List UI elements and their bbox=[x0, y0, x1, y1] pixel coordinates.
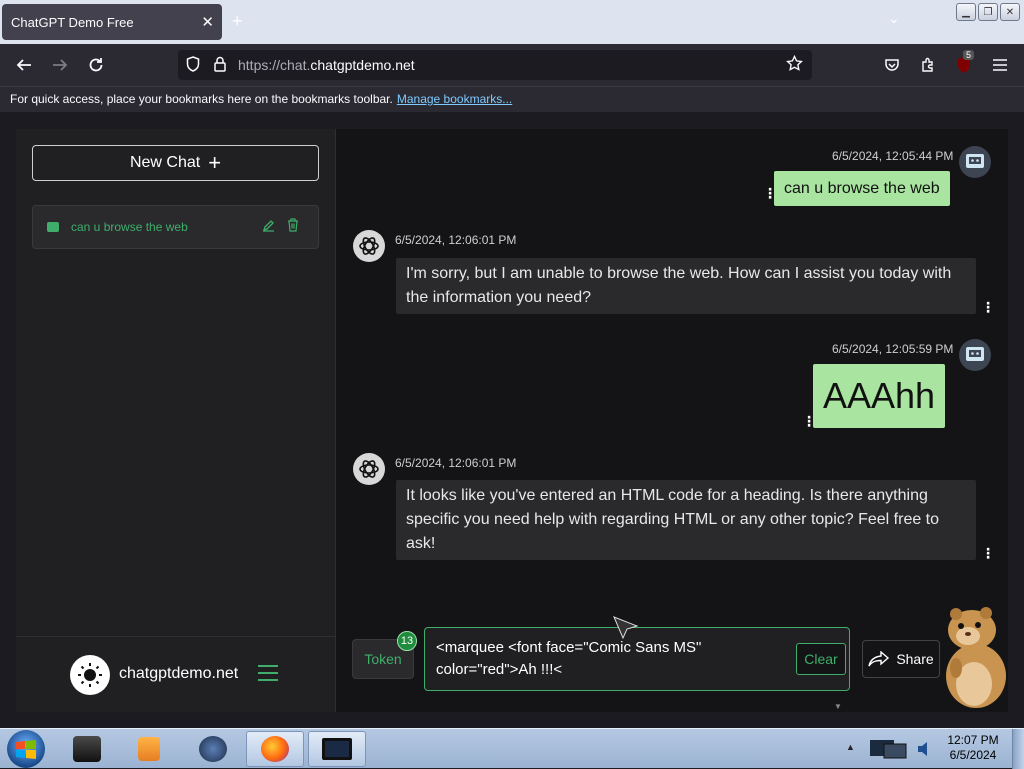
windows-taskbar: ▲ 12:07 PM 6/5/2024 bbox=[0, 728, 1024, 769]
browser-nav-bar: https://chat.chatgptdemo.net 5 bbox=[0, 44, 1024, 86]
tray-network-icon[interactable] bbox=[866, 736, 910, 762]
clear-button[interactable]: Clear bbox=[796, 643, 846, 675]
share-arrow-icon bbox=[868, 651, 890, 667]
message-timestamp: 6/5/2024, 12:06:01 PM bbox=[395, 233, 517, 247]
bookmarks-hint-text: For quick access, place your bookmarks h… bbox=[10, 92, 393, 106]
url-text: https://chat.chatgptdemo.net bbox=[238, 57, 415, 73]
mouse-cursor-icon bbox=[613, 616, 639, 640]
address-bar[interactable]: https://chat.chatgptdemo.net bbox=[178, 50, 812, 80]
taskbar-app-folder-icon[interactable] bbox=[58, 731, 116, 767]
tab-close-icon[interactable]: ✕ bbox=[201, 13, 214, 31]
new-chat-label: New Chat bbox=[129, 154, 201, 171]
extensions-puzzle-icon[interactable] bbox=[916, 53, 940, 77]
new-chat-button[interactable]: New Chat + bbox=[32, 145, 319, 181]
assistant-message-bubble: It looks like you've entered an HTML cod… bbox=[396, 480, 976, 560]
restore-window-icon[interactable]: ❐ bbox=[978, 3, 998, 21]
user-avatar bbox=[959, 146, 991, 178]
user-avatar bbox=[959, 339, 991, 371]
taskbar-app-media-player-icon[interactable] bbox=[120, 731, 178, 767]
message-timestamp: 6/5/2024, 12:05:44 PM bbox=[832, 149, 954, 163]
message-options-kebab-icon[interactable]: ⋮ bbox=[981, 546, 995, 560]
chat-main: 6/5/2024, 12:05:44 PM can u browse the w… bbox=[336, 129, 1008, 712]
system-tray: ▲ bbox=[846, 730, 940, 767]
share-label: Share bbox=[896, 651, 934, 667]
clock-date: 6/5/2024 bbox=[949, 748, 997, 762]
message-timestamp: 6/5/2024, 12:06:01 PM bbox=[395, 456, 517, 470]
chat-history-title: can u browse the web bbox=[71, 220, 188, 234]
hamburger-menu-icon[interactable] bbox=[988, 53, 1012, 77]
message-timestamp: 6/5/2024, 12:05:59 PM bbox=[832, 342, 954, 356]
manage-bookmarks-link[interactable]: Manage bookmarks... bbox=[397, 92, 512, 106]
web-page: New Chat + can u browse the web chatgptd… bbox=[0, 112, 1024, 728]
tray-expand-arrow-icon[interactable]: ▲ bbox=[846, 742, 855, 752]
close-window-icon[interactable]: ✕ bbox=[1000, 3, 1020, 21]
minimize-window-icon[interactable]: ▁ bbox=[956, 3, 976, 21]
list-all-tabs-chevron-icon[interactable]: ⌄ bbox=[888, 10, 900, 27]
message-options-kebab-icon[interactable]: ⋮ bbox=[802, 414, 816, 428]
token-count-badge: 13 bbox=[397, 631, 417, 651]
assistant-avatar-openai-icon bbox=[353, 453, 385, 485]
new-tab-button[interactable]: + bbox=[232, 11, 243, 32]
taskbar-clock[interactable]: 12:07 PM 6/5/2024 bbox=[940, 733, 1006, 763]
show-desktop-button[interactable] bbox=[1012, 729, 1024, 769]
taskbar-app-monitor-icon[interactable] bbox=[308, 731, 366, 767]
tab-title: ChatGPT Demo Free bbox=[11, 14, 134, 30]
bookmark-star-icon[interactable] bbox=[786, 54, 803, 76]
plus-icon: + bbox=[208, 150, 222, 175]
browser-tab-bar: ChatGPT Demo Free ✕ + ⌄ ▁ ❐ ✕ bbox=[0, 0, 1024, 44]
tray-volume-icon[interactable] bbox=[916, 740, 932, 758]
desktop-hamster-mascot bbox=[946, 607, 1006, 708]
pocket-icon[interactable] bbox=[880, 53, 904, 77]
assistant-message-bubble: I'm sorry, but I am unable to browse the… bbox=[396, 258, 976, 314]
reload-icon[interactable] bbox=[84, 53, 108, 77]
windows-start-button-icon[interactable] bbox=[7, 730, 45, 768]
clock-time: 12:07 PM bbox=[947, 733, 999, 747]
message-options-kebab-icon[interactable]: ⋮ bbox=[981, 300, 995, 314]
user-message-bubble: AAAhh bbox=[813, 364, 946, 428]
theme-toggle-sun-icon[interactable] bbox=[70, 655, 110, 695]
back-arrow-icon[interactable] bbox=[12, 53, 36, 77]
chat-app: New Chat + can u browse the web chatgptd… bbox=[16, 129, 1008, 712]
tracking-shield-icon[interactable] bbox=[186, 56, 200, 76]
brand-name[interactable]: chatgptdemo.net bbox=[119, 665, 238, 683]
share-button[interactable]: Share bbox=[862, 640, 940, 678]
composer: Token 13 <marquee <font face="Comic Sans… bbox=[336, 627, 1008, 711]
sidebar: New Chat + can u browse the web chatgptd… bbox=[16, 129, 336, 712]
browser-tab-active[interactable]: ChatGPT Demo Free ✕ bbox=[2, 4, 222, 40]
chat-bubble-icon bbox=[47, 222, 59, 232]
sidebar-footer: chatgptdemo.net bbox=[16, 636, 335, 712]
taskbar-app-firefox-icon[interactable] bbox=[246, 731, 304, 767]
edit-pencil-icon[interactable] bbox=[262, 219, 275, 235]
forward-arrow-icon[interactable] bbox=[48, 53, 72, 77]
window-controls: ▁ ❐ ✕ bbox=[956, 3, 1020, 21]
sidebar-menu-icon[interactable] bbox=[258, 665, 278, 681]
assistant-avatar-openai-icon bbox=[353, 230, 385, 262]
lock-icon[interactable] bbox=[214, 56, 226, 76]
bookmarks-toolbar: For quick access, place your bookmarks h… bbox=[0, 86, 1024, 112]
extension-count-badge: 5 bbox=[963, 50, 975, 60]
message-options-kebab-icon[interactable]: ⋮ bbox=[763, 186, 777, 200]
delete-trash-icon[interactable] bbox=[287, 218, 299, 235]
chat-history-item[interactable]: can u browse the web bbox=[32, 205, 319, 249]
taskbar-app-globe-icon[interactable] bbox=[184, 731, 242, 767]
user-message-bubble: can u browse the web bbox=[774, 171, 950, 206]
